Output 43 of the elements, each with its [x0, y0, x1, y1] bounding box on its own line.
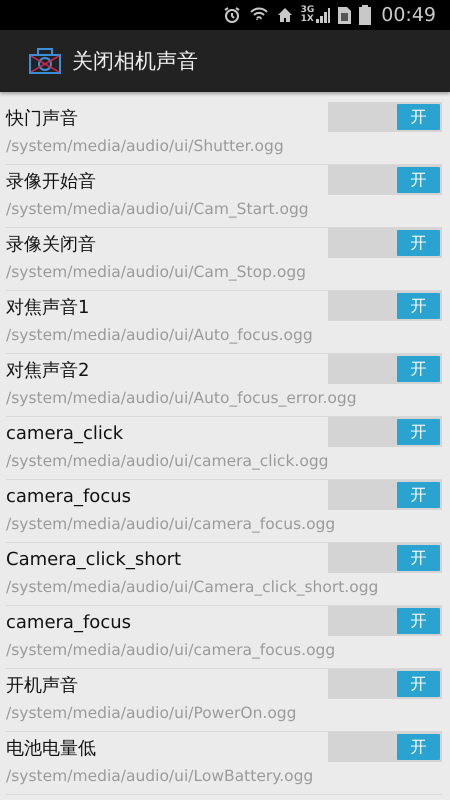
- sound-name: 录像开始音: [6, 170, 97, 193]
- sound-name: camera_click: [6, 422, 124, 444]
- sound-toggle[interactable]: 开: [328, 732, 442, 762]
- file-path: /system/media/audio/ui/LowBattery.ogg: [6, 767, 314, 785]
- file-path: /system/media/audio/ui/Cam_Start.ogg: [6, 200, 310, 218]
- file-path: /system/media/audio/ui/Camera_click_short.ogg: [6, 578, 380, 596]
- sound-name: 开机声音: [6, 674, 79, 697]
- file-path: /system/media/audio/ui/camera_focus.ogg: [6, 515, 336, 533]
- signal-icon: [316, 7, 330, 23]
- sound-toggle[interactable]: 开: [328, 669, 442, 699]
- sound-toggle[interactable]: 开: [328, 165, 442, 195]
- sound-name: Camera_click_short: [6, 548, 182, 570]
- sound-name: 对焦声音1: [6, 296, 90, 319]
- sound-name: camera_focus: [6, 612, 132, 632]
- sound-name: 电池电量低: [6, 737, 97, 760]
- sound-toggle[interactable]: 开: [328, 543, 442, 573]
- sound-toggle[interactable]: 开: [328, 291, 442, 321]
- file-path: /system/media/audio/ui/Shutter.ogg: [6, 137, 285, 155]
- sound-toggle[interactable]: 开: [328, 228, 442, 258]
- sound-toggle[interactable]: 开: [328, 354, 442, 384]
- sound-toggle[interactable]: 开: [328, 417, 442, 447]
- sound-toggle[interactable]: 开: [328, 102, 442, 132]
- file-path: /system/media/audio/ui/PowerOn.ogg: [6, 704, 298, 722]
- file-path: /system/media/audio/ui/Auto_focus.ogg: [6, 326, 314, 344]
- sim-card-icon: [338, 6, 352, 24]
- file-path: /system/media/audio/ui/Cam_Stop.ogg: [6, 263, 308, 281]
- network-label: 3G: [300, 6, 314, 15]
- sound-name: 快门声音: [6, 107, 79, 130]
- sound-name: 对焦声音2: [6, 359, 90, 382]
- sound-toggle[interactable]: 开: [328, 606, 442, 636]
- home-icon: [276, 7, 293, 23]
- app-title: 关闭相机声音: [72, 48, 198, 75]
- sound-name: 录像关闭音: [6, 233, 97, 256]
- network-label: 1X: [300, 15, 314, 24]
- file-path: /system/media/audio/ui/camera_click.ogg: [6, 452, 330, 470]
- camera-muted-icon: [28, 47, 62, 75]
- battery-icon: [359, 5, 372, 25]
- clock-time: 00:49: [381, 4, 436, 26]
- sound-name: camera_focus: [6, 486, 132, 506]
- file-path: /system/media/audio/ui/Auto_focus_error.ogg: [6, 389, 358, 407]
- sound-toggle[interactable]: 开: [328, 480, 442, 510]
- alarm-icon: [222, 6, 241, 24]
- file-path: /system/media/audio/ui/camera_focus.ogg: [6, 641, 336, 659]
